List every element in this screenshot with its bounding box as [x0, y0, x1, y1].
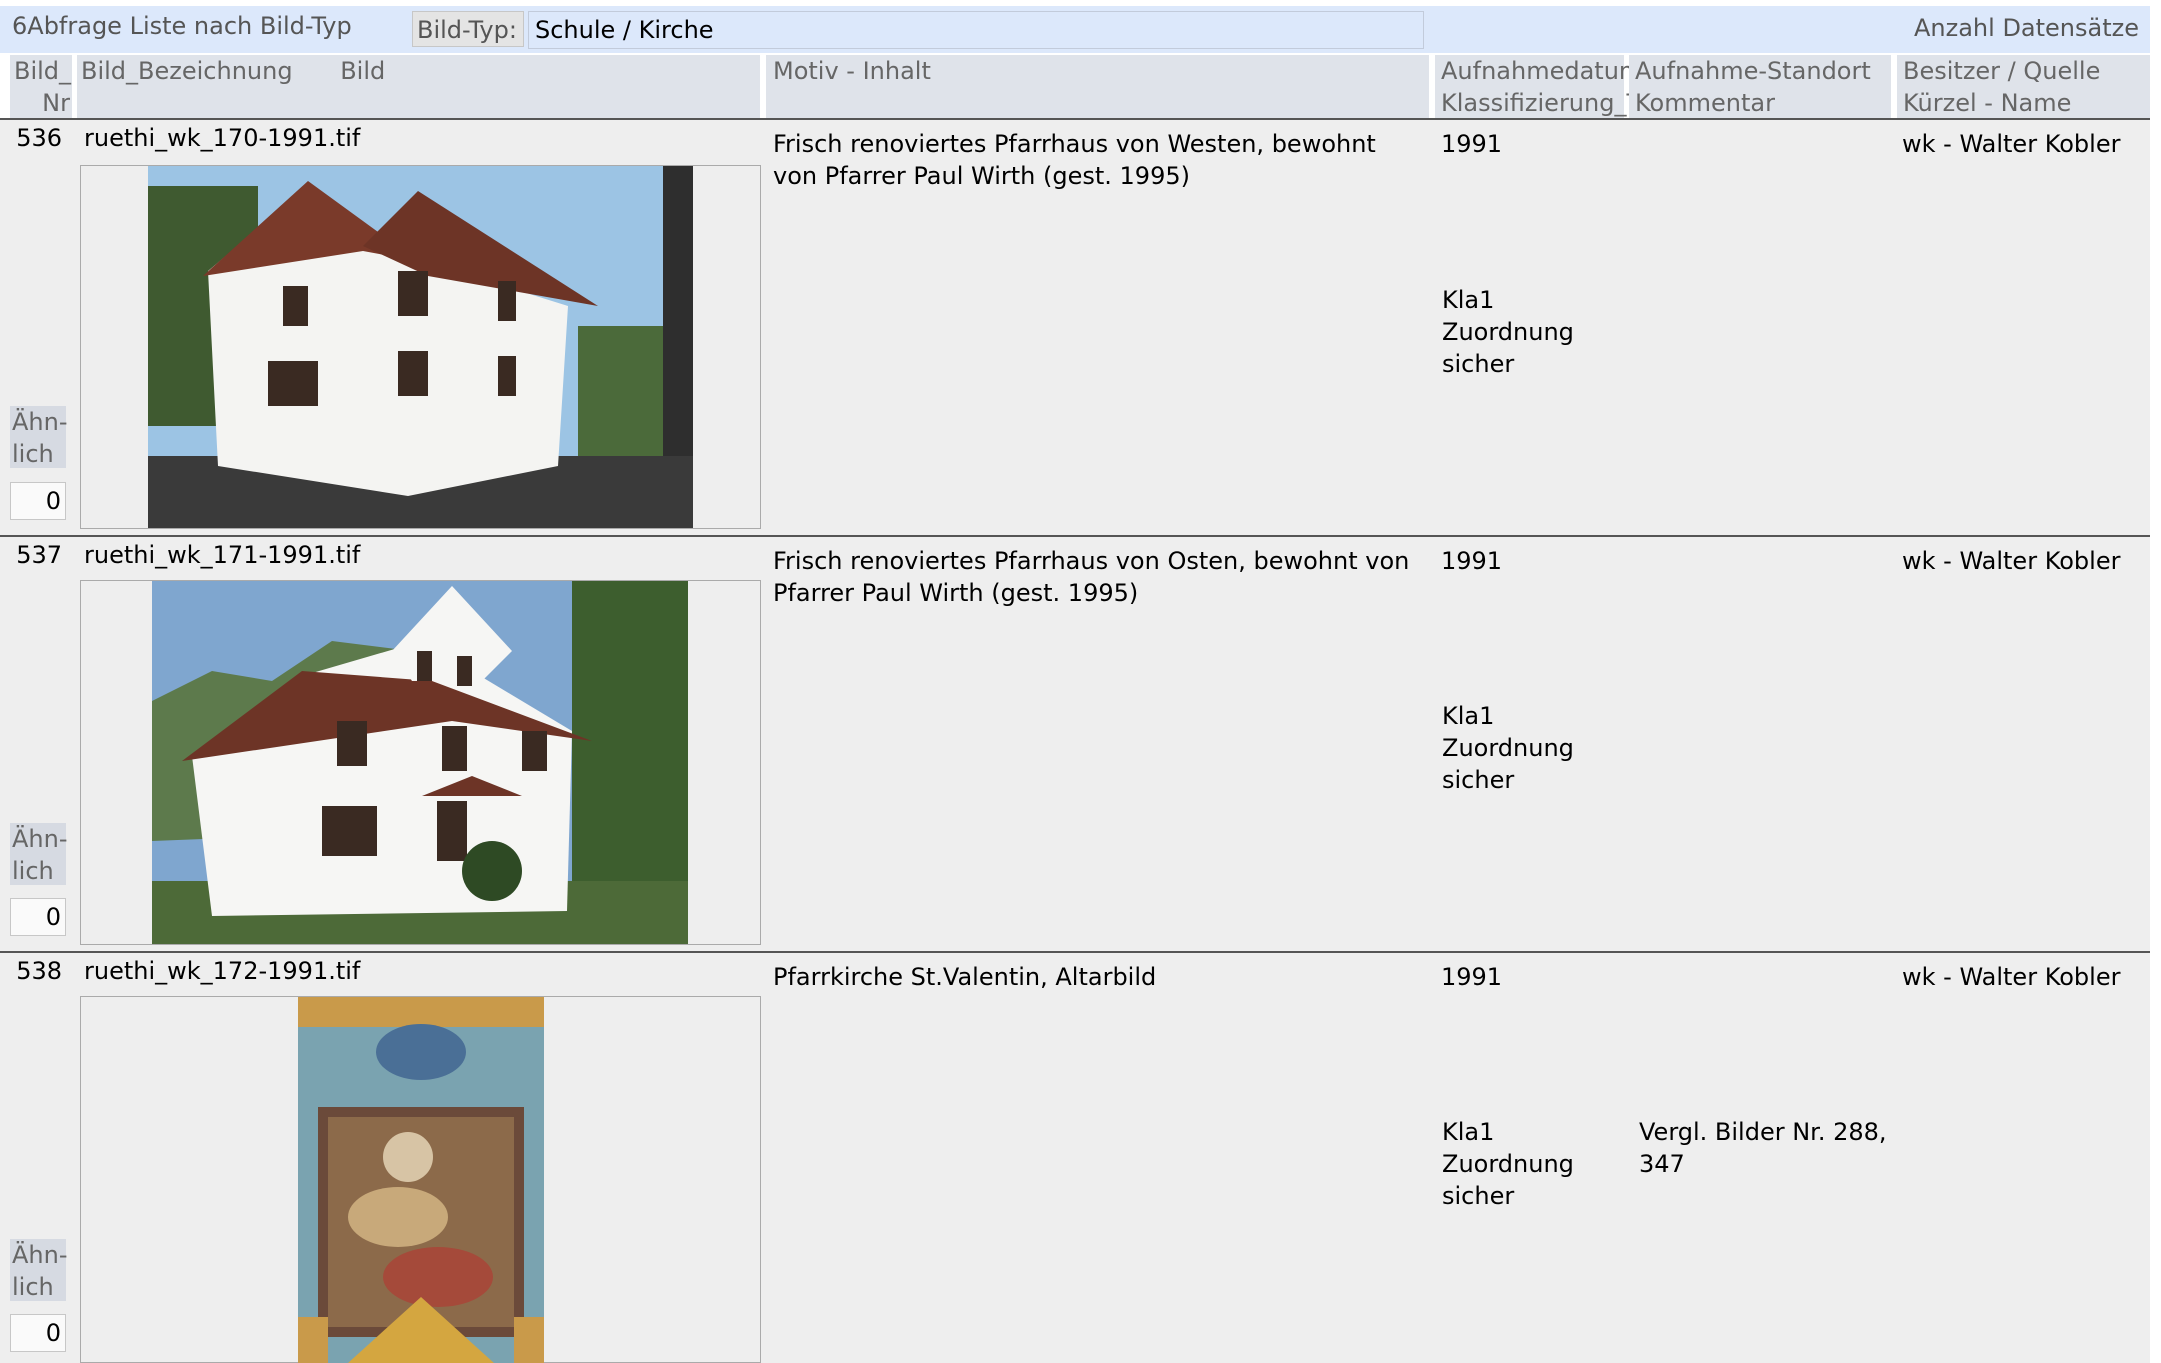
image-frame: [80, 996, 761, 1363]
record-motiv: Pfarrkirche St.Valentin, Altarbild: [773, 963, 1157, 991]
column-header-bezeichnung-label: Bild_Bezeichnung: [81, 57, 293, 85]
photo-pfarrhaus-ost[interactable]: [152, 581, 688, 944]
photo-pfarrhaus-west[interactable]: [148, 166, 693, 528]
record-besitzer: wk - Walter Kobler: [1902, 547, 2121, 575]
record-kommentar: Vergl. Bilder Nr. 288, 347: [1639, 1118, 1887, 1178]
record-nr: 538: [16, 957, 62, 985]
record-motiv: Frisch renoviertes Pfarrhaus von Osten, …: [773, 547, 1410, 607]
filter-label: Bild-Typ:: [412, 11, 524, 47]
record-datum: 1991: [1441, 130, 1503, 158]
bild-typ-filter-input[interactable]: Schule / Kirche: [528, 11, 1424, 49]
record-datum: 1991: [1441, 547, 1503, 575]
column-header-nr-line2: Nr: [42, 89, 70, 117]
column-header-besitzer: Besitzer / Quelle Kürzel - Name: [1897, 55, 2150, 119]
aehnlich-label: Ähn-lich: [10, 406, 68, 468]
record-klassifizierung: Kla1 Zuordnung sicher: [1442, 1118, 1574, 1210]
column-header-klass-label: Klassifizierung_T: [1441, 89, 1642, 117]
record-nr: 537: [16, 541, 62, 569]
photo-altarbild[interactable]: [298, 997, 544, 1363]
column-header-motiv: Motiv - Inhalt: [766, 55, 1429, 119]
aehnlich-label: Ähn-lich: [10, 823, 68, 885]
column-header-bezeichnung: Bild_Bezeichnung Bild: [77, 55, 760, 119]
record-datum: 1991: [1441, 963, 1503, 991]
aehnlich-count-field[interactable]: 0: [10, 482, 66, 520]
column-header-datum-label: Aufnahmedatum: [1441, 57, 1643, 85]
column-header-nr-line1: Bild_: [14, 57, 72, 85]
record-motiv: Frisch renoviertes Pfarrhaus von Westen,…: [773, 130, 1376, 190]
record-bezeichnung: ruethi_wk_170-1991.tif: [84, 124, 361, 152]
column-header-standort: Aufnahme-Standort Kommentar: [1629, 55, 1891, 119]
record-besitzer: wk - Walter Kobler: [1902, 963, 2121, 991]
record-count-label: Anzahl Datensätze: [1914, 14, 2139, 42]
aehnlich-count-field[interactable]: 0: [10, 898, 66, 936]
record-besitzer: wk - Walter Kobler: [1902, 130, 2121, 158]
column-header-bild-label: Bild: [340, 57, 386, 85]
aehnlich-label: Ähn-lich: [10, 1239, 68, 1301]
column-header-nr: Bild_ Nr: [10, 55, 72, 119]
column-header-kommentar-label: Kommentar: [1635, 89, 1775, 117]
record-klassifizierung: Kla1 Zuordnung sicher: [1442, 286, 1574, 378]
image-frame: [80, 165, 761, 529]
column-header-besitzer-label: Besitzer / Quelle: [1903, 57, 2101, 85]
image-frame: [80, 580, 761, 945]
record-nr: 536: [16, 124, 62, 152]
column-header-datum: Aufnahmedatum Klassifizierung_T: [1435, 55, 1643, 119]
aehnlich-count-field[interactable]: 0: [10, 1314, 66, 1352]
report-title: 6Abfrage Liste nach Bild-Typ: [12, 12, 352, 40]
record-bezeichnung: ruethi_wk_172-1991.tif: [84, 957, 361, 985]
record-bezeichnung: ruethi_wk_171-1991.tif: [84, 541, 361, 569]
column-header-motiv-label: Motiv - Inhalt: [773, 57, 931, 85]
column-header-standort-label: Aufnahme-Standort: [1635, 57, 1871, 85]
record-klassifizierung: Kla1 Zuordnung sicher: [1442, 702, 1574, 794]
column-header-kuerzel-label: Kürzel - Name: [1903, 89, 2072, 117]
